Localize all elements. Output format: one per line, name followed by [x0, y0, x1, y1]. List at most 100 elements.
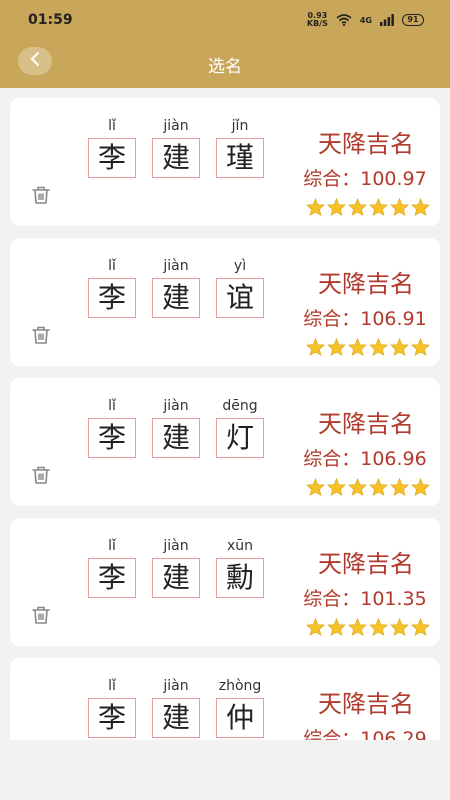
name-card[interactable]: lǐ 李 jiàn 建 jǐn 瑾 天降吉名 综合：100.97 [10, 98, 440, 226]
char-column: jiàn 建 [148, 256, 204, 318]
name-score: 综合：106.91 [303, 308, 427, 330]
pinyin-label: jiàn [163, 398, 189, 414]
char-column: jiàn 建 [148, 396, 204, 458]
star-icon [306, 337, 325, 356]
name-list[interactable]: lǐ 李 jiàn 建 jǐn 瑾 天降吉名 综合：100.97 lǐ 李 ji… [0, 88, 450, 740]
star-icon [327, 337, 346, 356]
pinyin-label: lǐ [108, 678, 116, 694]
star-icon [390, 337, 409, 356]
char-column: lǐ 李 [84, 256, 140, 318]
star-icon [369, 617, 388, 636]
char-column: yì 谊 [212, 256, 268, 318]
star-icon [306, 197, 325, 216]
star-icon [327, 477, 346, 496]
name-character: 灯 [216, 418, 264, 458]
name-character: 仲 [216, 698, 264, 738]
trash-icon[interactable] [30, 184, 52, 206]
name-rating-title: 天降吉名 [318, 550, 414, 578]
status-bar: 01:59 0.93 KB/S 4G 91 [0, 0, 450, 40]
name-character: 李 [88, 418, 136, 458]
star-rating [306, 197, 430, 216]
star-icon [411, 617, 430, 636]
trash-icon[interactable] [30, 604, 52, 626]
star-icon [306, 617, 325, 636]
name-character: 建 [152, 418, 200, 458]
name-character: 建 [152, 138, 200, 178]
pinyin-label: jiàn [163, 538, 189, 554]
pinyin-label: jiàn [163, 678, 189, 694]
star-icon [411, 337, 430, 356]
name-character: 李 [88, 558, 136, 598]
pinyin-label: yì [233, 258, 247, 274]
pinyin-label: jǐn [231, 118, 249, 134]
status-time: 01:59 [28, 12, 73, 28]
star-icon [348, 337, 367, 356]
star-icon [327, 617, 346, 636]
name-character: 李 [88, 698, 136, 738]
name-rating-title: 天降吉名 [318, 270, 414, 298]
star-rating [306, 477, 430, 496]
name-characters: lǐ 李 jiàn 建 xūn 勳 [84, 536, 284, 616]
star-icon [348, 617, 367, 636]
name-card[interactable]: lǐ 李 jiàn 建 zhòng 仲 天降吉名 综合：106.29 [10, 658, 440, 740]
net-speed: 0.93 KB/S [306, 11, 328, 28]
star-icon [348, 477, 367, 496]
star-icon [411, 477, 430, 496]
name-score: 综合：106.29 [303, 728, 427, 740]
pinyin-label: dēng [222, 398, 258, 414]
pinyin-label: lǐ [108, 398, 116, 414]
name-character: 李 [88, 278, 136, 318]
wifi-icon [336, 14, 352, 26]
char-column: dēng 灯 [212, 396, 268, 458]
pinyin-label: lǐ [108, 258, 116, 274]
page-title: 选名 [208, 57, 242, 77]
pinyin-label: lǐ [108, 118, 116, 134]
pinyin-label: zhòng [218, 678, 262, 694]
name-rating-title: 天降吉名 [318, 130, 414, 158]
char-column: lǐ 李 [84, 116, 140, 178]
name-rating-title: 天降吉名 [318, 690, 414, 718]
name-character: 勳 [216, 558, 264, 598]
star-icon [390, 197, 409, 216]
network-type-label: 4G [359, 15, 372, 25]
signal-icon [380, 14, 394, 26]
name-character: 谊 [216, 278, 264, 318]
char-column: zhòng 仲 [212, 676, 268, 738]
char-column: lǐ 李 [84, 676, 140, 738]
name-characters: lǐ 李 jiàn 建 jǐn 瑾 [84, 116, 284, 196]
pinyin-label: lǐ [108, 538, 116, 554]
name-character: 建 [152, 278, 200, 318]
pinyin-label: jiàn [163, 118, 189, 134]
name-card[interactable]: lǐ 李 jiàn 建 yì 谊 天降吉名 综合：106.91 [10, 238, 440, 366]
name-card[interactable]: lǐ 李 jiàn 建 xūn 勳 天降吉名 综合：101.35 [10, 518, 440, 646]
name-character: 建 [152, 558, 200, 598]
star-rating [306, 617, 430, 636]
star-icon [306, 477, 325, 496]
star-icon [369, 477, 388, 496]
star-icon [411, 197, 430, 216]
pinyin-label: jiàn [163, 258, 189, 274]
name-character: 建 [152, 698, 200, 738]
bottom-area [0, 740, 450, 800]
star-icon [348, 197, 367, 216]
trash-icon[interactable] [30, 464, 52, 486]
pinyin-label: xūn [226, 538, 254, 554]
star-icon [327, 197, 346, 216]
name-characters: lǐ 李 jiàn 建 zhòng 仲 [84, 676, 284, 740]
char-column: lǐ 李 [84, 396, 140, 458]
char-column: jiàn 建 [148, 676, 204, 738]
name-character: 瑾 [216, 138, 264, 178]
app-header: 01:59 0.93 KB/S 4G 91 选名 [0, 0, 450, 88]
trash-icon[interactable] [30, 324, 52, 346]
char-column: lǐ 李 [84, 536, 140, 598]
star-icon [390, 617, 409, 636]
name-character: 李 [88, 138, 136, 178]
name-rating-title: 天降吉名 [318, 410, 414, 438]
name-score: 综合：100.97 [303, 168, 427, 190]
status-icons: 0.93 KB/S 4G 91 [307, 12, 424, 28]
name-characters: lǐ 李 jiàn 建 dēng 灯 [84, 396, 284, 476]
name-score: 综合：101.35 [303, 588, 427, 610]
battery-icon: 91 [402, 14, 424, 26]
name-card[interactable]: lǐ 李 jiàn 建 dēng 灯 天降吉名 综合：106.96 [10, 378, 440, 506]
star-icon [369, 337, 388, 356]
